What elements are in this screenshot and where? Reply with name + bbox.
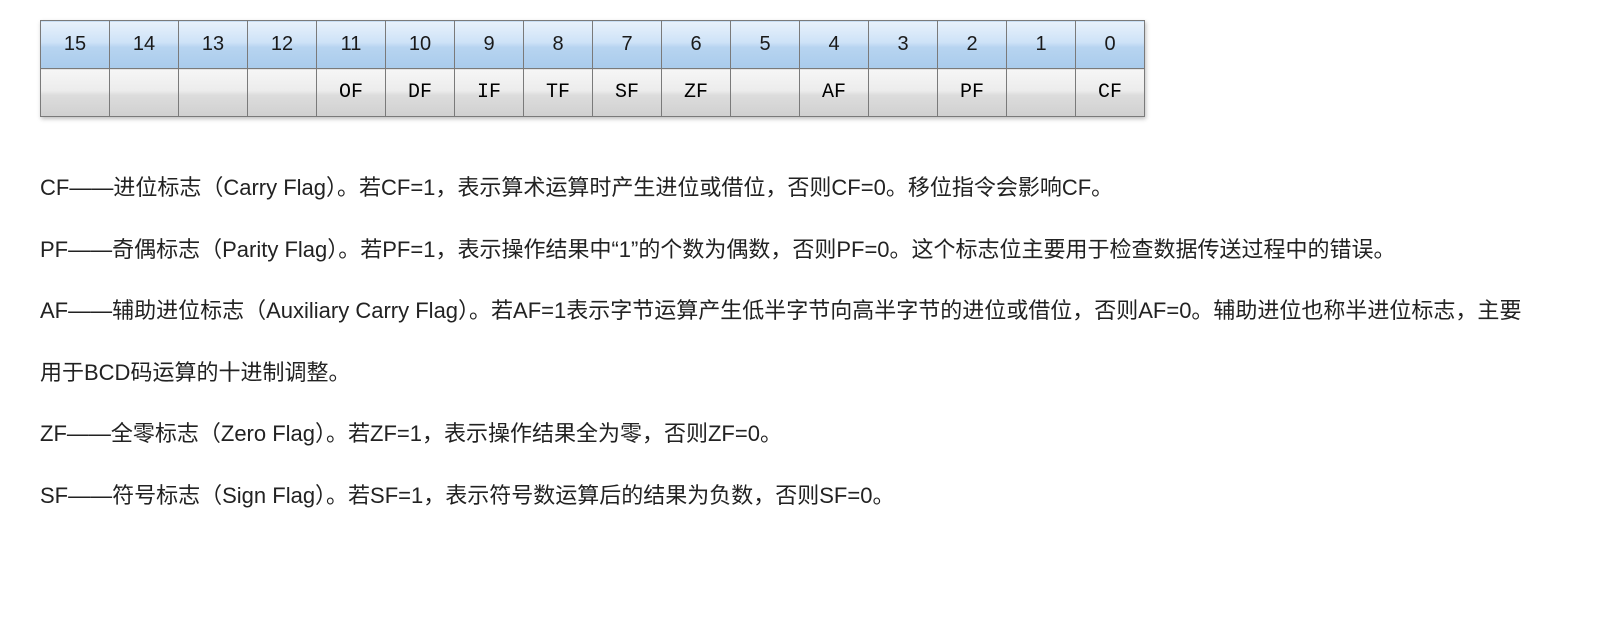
flag-cell: [1007, 69, 1076, 117]
bit-cell: 6: [662, 21, 731, 69]
bit-cell: 4: [800, 21, 869, 69]
bit-cell: 9: [455, 21, 524, 69]
af-description: AF——辅助进位标志（Auxiliary Carry Flag）。若AF=1表示…: [40, 280, 1540, 403]
bit-cell: 13: [179, 21, 248, 69]
bit-cell: 5: [731, 21, 800, 69]
flag-cell: CF: [1076, 69, 1145, 117]
bit-cell: 0: [1076, 21, 1145, 69]
flag-cell: DF: [386, 69, 455, 117]
bit-cell: 3: [869, 21, 938, 69]
pf-description: PF——奇偶标志（Parity Flag）。若PF=1，表示操作结果中“1”的个…: [40, 219, 1540, 281]
bit-cell: 8: [524, 21, 593, 69]
flag-cell: IF: [455, 69, 524, 117]
cf-description: CF——进位标志（Carry Flag）。若CF=1，表示算术运算时产生进位或借…: [40, 157, 1540, 219]
flag-cell: [869, 69, 938, 117]
bit-cell: 2: [938, 21, 1007, 69]
zf-description: ZF——全零标志（Zero Flag）。若ZF=1，表示操作结果全为零，否则ZF…: [40, 403, 1540, 465]
bit-cell: 7: [593, 21, 662, 69]
bit-cell: 1: [1007, 21, 1076, 69]
bit-number-row: 15 14 13 12 11 10 9 8 7 6 5 4 3 2 1 0: [41, 21, 1145, 69]
bit-cell: 10: [386, 21, 455, 69]
flag-cell: PF: [938, 69, 1007, 117]
flag-cell: AF: [800, 69, 869, 117]
flag-register-table: 15 14 13 12 11 10 9 8 7 6 5 4 3 2 1 0 OF…: [40, 20, 1145, 117]
flag-cell: [110, 69, 179, 117]
bit-cell: 14: [110, 21, 179, 69]
flag-cell: [731, 69, 800, 117]
flag-cell: OF: [317, 69, 386, 117]
flag-cell: [41, 69, 110, 117]
flag-name-row: OF DF IF TF SF ZF AF PF CF: [41, 69, 1145, 117]
flag-cell: ZF: [662, 69, 731, 117]
flag-cell: [179, 69, 248, 117]
flag-descriptions: CF——进位标志（Carry Flag）。若CF=1，表示算术运算时产生进位或借…: [40, 157, 1540, 527]
sf-description: SF——符号标志（Sign Flag）。若SF=1，表示符号数运算后的结果为负数…: [40, 465, 1540, 527]
bit-cell: 12: [248, 21, 317, 69]
flag-cell: TF: [524, 69, 593, 117]
bit-cell: 15: [41, 21, 110, 69]
bit-cell: 11: [317, 21, 386, 69]
flag-cell: [248, 69, 317, 117]
flag-cell: SF: [593, 69, 662, 117]
